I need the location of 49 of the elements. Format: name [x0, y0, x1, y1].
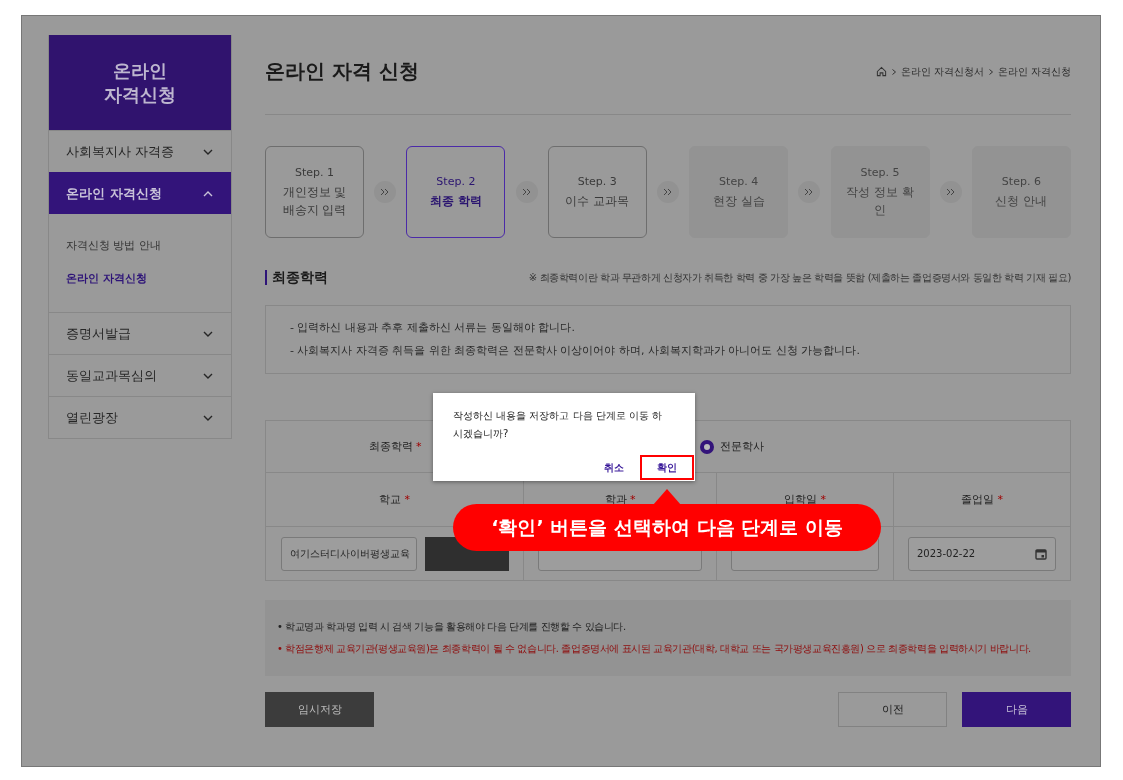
previous-button[interactable]: 이전: [838, 692, 947, 727]
breadcrumb-link[interactable]: 온라인 자격신청: [997, 64, 1071, 79]
logo-text: 자격신청: [104, 82, 176, 107]
section-note: ※ 최종학력이란 학과 무관하게 신청자가 취득한 학력 중 가장 높은 학력을 뜻함 (제출하는 졸업증명서와 동일한 학력 기재 필요): [528, 270, 1071, 285]
save-draft-button[interactable]: 임시저장: [265, 692, 374, 727]
chevron-icon: [203, 330, 213, 337]
info-text: - 사회복지사 자격증 취득을 위한 최종학력은 전문학사 이상이어야 하며, 사회복지학과가 아니어도 신청 가능합니다.: [290, 344, 861, 358]
confirm-button[interactable]: 확인: [640, 455, 694, 480]
radio-button[interactable]: [700, 439, 714, 454]
date-field[interactable]: 2023-02-22: [908, 536, 1056, 571]
double-chevron-icon: [939, 181, 962, 203]
double-chevron-icon: [374, 181, 397, 203]
next-button[interactable]: 다음: [962, 692, 1071, 727]
radio-option[interactable]: 전문학사: [700, 439, 764, 454]
sidebar-item[interactable]: 동일교과목심의: [49, 354, 231, 396]
double-chevron-icon: [515, 181, 538, 203]
double-chevron-icon: [656, 181, 679, 203]
chevron-icon: [203, 148, 213, 155]
chevron-icon: [203, 414, 213, 421]
breadcrumb-link[interactable]: 온라인 자격신청서: [900, 64, 984, 79]
submenu-link[interactable]: 자격신청 방법 안내: [66, 238, 214, 253]
sidebar-item[interactable]: 온라인 자격신청: [49, 172, 231, 214]
note-text: • 학점은행제 교육기관(평생교육원)은 최종학력이 될 수 없습니다. 졸업증명서에 표시된 교육기관(대학, 대학교 또는 국가평생교육진흥원) 으로 최종학력을 입력하시기 바랍니다.: [277, 642, 1032, 656]
sidebar-item[interactable]: 증명서발급: [49, 312, 231, 354]
submenu-link[interactable]: 온라인 자격신청: [66, 271, 214, 286]
double-chevron-icon: [798, 181, 821, 203]
chevron-icon: [891, 68, 896, 75]
cancel-button[interactable]: 취소: [604, 460, 624, 475]
step-tab[interactable]: Step. 3 이수 교과목: [547, 146, 647, 238]
info-text: - 입력하신 내용과 추후 제출하신 서류는 동일해야 합니다.: [290, 321, 576, 335]
page-title: 온라인 자격 신청: [265, 58, 419, 85]
dialog-message: 작성하신 내용을 저장하고 다음 단계로 이동 하시겠습니까?: [453, 409, 664, 441]
school-field[interactable]: 여기스터디사이버평생교육: [280, 536, 417, 571]
section-title: 최종학력: [265, 270, 328, 285]
chevron-icon: [988, 68, 993, 75]
field-label: 최종학력 *: [368, 439, 422, 454]
calendar-icon[interactable]: [1035, 547, 1047, 560]
step-tab[interactable]: Step. 2 최종 학력: [406, 146, 506, 238]
column-header: 졸업일 *: [961, 492, 1003, 507]
home-icon[interactable]: [875, 66, 887, 77]
chevron-icon: [203, 372, 213, 379]
step-tab[interactable]: Step. 1 개인정보 및 배송지 입력: [265, 146, 364, 238]
column-header: 입학일 *: [784, 492, 826, 507]
sidebar-item[interactable]: 열린광장: [49, 396, 231, 438]
logo-text: 온라인: [113, 58, 167, 83]
column-header: 학과 *: [604, 492, 636, 507]
chevron-icon: [203, 190, 213, 197]
note-text: • 학교명과 학과명 입력 시 검색 기능을 활용해야 다음 단계를 진행할 수 있습니다.: [277, 620, 627, 634]
column-header: 학교 *: [379, 492, 410, 507]
